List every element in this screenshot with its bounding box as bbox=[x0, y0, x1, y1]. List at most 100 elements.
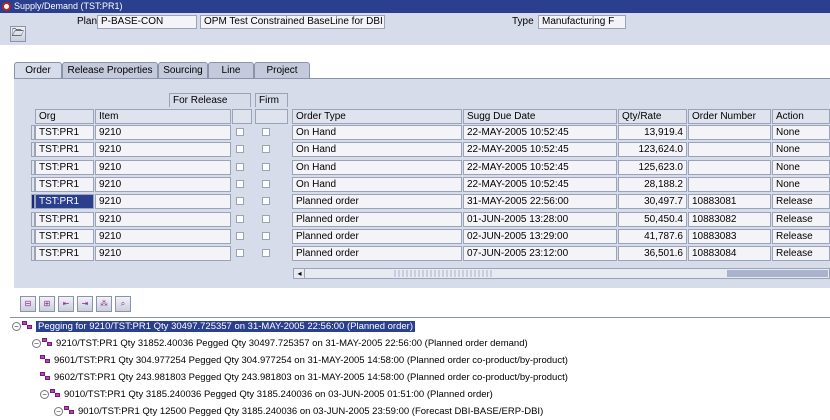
tree-expander-icon[interactable]: − bbox=[12, 321, 21, 331]
pegging-tree-node[interactable]: 9601/TST:PR1 Qty 304.977254 Pegged Qty 3… bbox=[40, 354, 568, 368]
cell-order-number[interactable] bbox=[688, 142, 771, 158]
col-header-qty-rate[interactable]: Qty/Rate bbox=[618, 109, 687, 124]
scrollbar-thumb[interactable] bbox=[394, 270, 494, 277]
cell-org[interactable]: TST:PR1 bbox=[35, 246, 94, 262]
tree-expander-icon[interactable]: − bbox=[32, 338, 41, 348]
table-row[interactable]: TST:PR1 9210 On Hand 22-MAY-2005 10:52:45 13… bbox=[30, 125, 830, 141]
firm-checkbox[interactable] bbox=[262, 249, 270, 258]
cell-order-type[interactable]: Planned order bbox=[292, 246, 462, 262]
cell-action[interactable]: None bbox=[772, 159, 830, 175]
cell-order-type[interactable]: On Hand bbox=[292, 125, 462, 140]
cell-order-type[interactable]: Planned order bbox=[292, 194, 462, 210]
type-field[interactable]: Manufacturing F bbox=[538, 15, 626, 29]
plan-field[interactable]: P-BASE-CON bbox=[97, 15, 197, 29]
scrollbar-track-segment[interactable] bbox=[727, 270, 828, 277]
cell-qty-rate[interactable]: 30,497.7 bbox=[618, 194, 687, 210]
col-header-order-number[interactable]: Order Number bbox=[688, 109, 771, 124]
cell-org[interactable]: TST:PR1 bbox=[35, 159, 94, 175]
pegging-find-button[interactable]: ⌕ bbox=[115, 296, 131, 312]
cell-action[interactable]: None bbox=[772, 142, 830, 158]
tab-sourcing[interactable]: Sourcing bbox=[158, 62, 208, 79]
cell-action[interactable]: None bbox=[772, 176, 830, 192]
cell-org[interactable]: TST:PR1 bbox=[35, 125, 94, 140]
cell-sugg-due-date[interactable]: 02-JUN-2005 13:29:00 bbox=[463, 228, 617, 244]
tab-project[interactable]: Project bbox=[254, 62, 310, 79]
col-header-release-check[interactable] bbox=[232, 109, 252, 124]
pegging-tree-node[interactable]: − 9010/TST:PR1 Qty 12500 Pegged Qty 3185.… bbox=[54, 405, 543, 419]
cell-sugg-due-date[interactable]: 31-MAY-2005 22:56:00 bbox=[463, 194, 617, 210]
for-release-checkbox[interactable] bbox=[236, 197, 244, 206]
for-release-checkbox[interactable] bbox=[236, 128, 244, 136]
cell-qty-rate[interactable]: 50,450.4 bbox=[618, 211, 687, 227]
pegging-tree-node[interactable]: − 9210/TST:PR1 Qty 31852.40036 Pegged Qty… bbox=[32, 337, 528, 351]
cell-org[interactable]: TST:PR1 bbox=[35, 176, 94, 192]
firm-checkbox[interactable] bbox=[262, 214, 270, 223]
tree-collapse-button[interactable]: ⊟ bbox=[20, 296, 36, 312]
cell-qty-rate[interactable]: 28,188.2 bbox=[618, 176, 687, 192]
cell-order-type[interactable]: Planned order bbox=[292, 228, 462, 244]
scroll-left-arrow-icon[interactable]: ◂ bbox=[295, 269, 305, 278]
cell-order-number[interactable]: 10883082 bbox=[688, 211, 771, 227]
pegging-tree-node[interactable]: − Pegging for 9210/TST:PR1 Qty 30497.7253… bbox=[12, 320, 415, 334]
cell-item[interactable]: 9210 bbox=[95, 228, 231, 244]
col-header-item[interactable]: Item bbox=[95, 109, 231, 124]
firm-checkbox[interactable] bbox=[262, 179, 270, 188]
cell-item[interactable]: 9210 bbox=[95, 142, 231, 158]
tab-line[interactable]: Line bbox=[208, 62, 254, 79]
cell-item[interactable]: 9210 bbox=[95, 125, 231, 140]
cell-order-number[interactable]: 10883084 bbox=[688, 246, 771, 262]
table-row[interactable]: TST:PR1 9210 Planned order 02-JUN-2005 13:2… bbox=[30, 228, 830, 245]
table-row[interactable]: TST:PR1 9210 Planned order 01-JUN-2005 13:2… bbox=[30, 211, 830, 228]
horizontal-scrollbar[interactable]: ◂ bbox=[293, 268, 830, 279]
firm-checkbox[interactable] bbox=[262, 128, 270, 136]
tree-expander-icon[interactable]: − bbox=[40, 389, 49, 399]
for-release-checkbox[interactable] bbox=[236, 214, 244, 223]
table-row[interactable]: TST:PR1 9210 On Hand 22-MAY-2005 10:52:45 12… bbox=[30, 159, 830, 176]
cell-sugg-due-date[interactable]: 07-JUN-2005 23:12:00 bbox=[463, 246, 617, 262]
for-release-checkbox[interactable] bbox=[236, 249, 244, 258]
cell-order-type[interactable]: On Hand bbox=[292, 176, 462, 192]
pegging-all-button[interactable]: ⁂ bbox=[96, 296, 112, 312]
tree-expand-button[interactable]: ⊞ bbox=[39, 296, 55, 312]
cell-order-type[interactable]: Planned order bbox=[292, 211, 462, 227]
cell-qty-rate[interactable]: 41,787.6 bbox=[618, 228, 687, 244]
cell-action[interactable]: Release bbox=[772, 211, 830, 227]
cell-qty-rate[interactable]: 123,624.0 bbox=[618, 142, 687, 158]
plan-description-field[interactable]: OPM Test Constrained BaseLine for DBI bbox=[200, 15, 385, 29]
table-row[interactable]: TST:PR1 9210 Planned order 07-JUN-2005 23:1… bbox=[30, 246, 830, 262]
for-release-checkbox[interactable] bbox=[236, 179, 244, 188]
cell-order-type[interactable]: On Hand bbox=[292, 142, 462, 158]
open-folder-button[interactable]: 🗁 bbox=[10, 26, 26, 42]
cell-org[interactable]: TST:PR1 bbox=[35, 194, 94, 210]
cell-action[interactable]: Release bbox=[772, 246, 830, 262]
table-row[interactable]: TST:PR1 9210 On Hand 22-MAY-2005 10:52:45 12… bbox=[30, 142, 830, 158]
firm-checkbox[interactable] bbox=[262, 197, 270, 206]
cell-item[interactable]: 9210 bbox=[95, 211, 231, 227]
firm-checkbox[interactable] bbox=[262, 231, 270, 240]
cell-qty-rate[interactable]: 13,919.4 bbox=[618, 125, 687, 140]
cell-qty-rate[interactable]: 125,623.0 bbox=[618, 159, 687, 175]
cell-org[interactable]: TST:PR1 bbox=[35, 211, 94, 227]
tree-expander-icon[interactable]: − bbox=[54, 406, 63, 416]
firm-checkbox[interactable] bbox=[262, 162, 270, 171]
pegging-down-button[interactable]: ⇥ bbox=[77, 296, 93, 312]
cell-sugg-due-date[interactable]: 22-MAY-2005 10:52:45 bbox=[463, 176, 617, 192]
col-header-sugg-due-date[interactable]: Sugg Due Date bbox=[463, 109, 617, 124]
pegging-tree-node[interactable]: − 9010/TST:PR1 Qty 3185.240036 Pegged Qty… bbox=[40, 388, 493, 402]
table-row[interactable]: TST:PR1 9210 Planned order 31-MAY-2005 22:5… bbox=[30, 194, 830, 210]
cell-order-number[interactable]: 10883081 bbox=[688, 194, 771, 210]
cell-sugg-due-date[interactable]: 22-MAY-2005 10:52:45 bbox=[463, 159, 617, 175]
cell-org[interactable]: TST:PR1 bbox=[35, 142, 94, 158]
tab-release-properties[interactable]: Release Properties bbox=[62, 62, 158, 79]
cell-order-number[interactable]: 10883083 bbox=[688, 228, 771, 244]
pegging-tree-node[interactable]: 9602/TST:PR1 Qty 243.981803 Pegged Qty 2… bbox=[40, 371, 568, 385]
cell-sugg-due-date[interactable]: 22-MAY-2005 10:52:45 bbox=[463, 125, 617, 140]
cell-action[interactable]: Release bbox=[772, 194, 830, 210]
cell-item[interactable]: 9210 bbox=[95, 176, 231, 192]
for-release-checkbox[interactable] bbox=[236, 145, 244, 154]
col-header-action[interactable]: Action bbox=[772, 109, 830, 124]
cell-item[interactable]: 9210 bbox=[95, 159, 231, 175]
cell-order-number[interactable] bbox=[688, 159, 771, 175]
cell-item[interactable]: 9210 bbox=[95, 194, 231, 210]
cell-qty-rate[interactable]: 36,501.6 bbox=[618, 246, 687, 262]
